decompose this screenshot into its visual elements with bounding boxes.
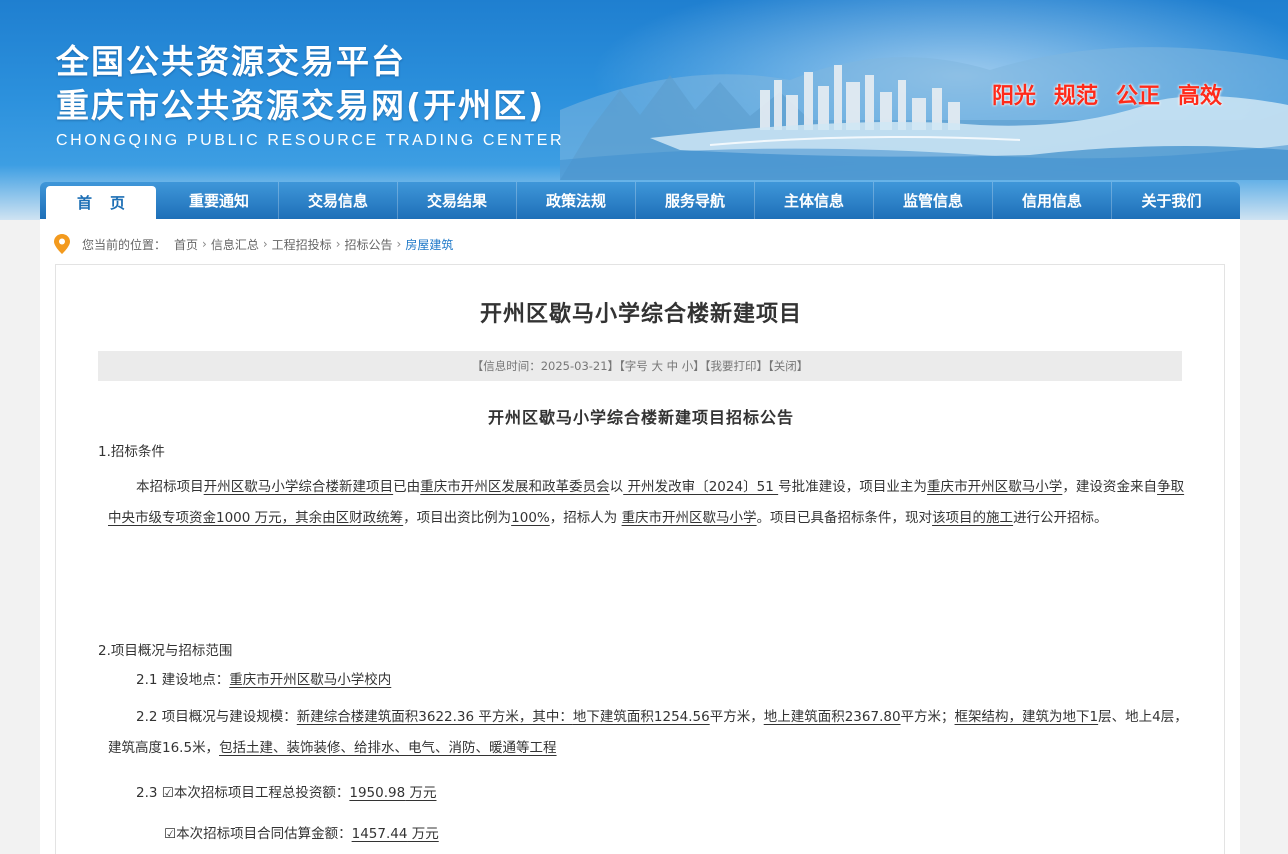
slogan-3: 公正 [1116, 84, 1161, 109]
font-size-medium[interactable]: 中 [667, 359, 679, 373]
nav-home[interactable]: 首页 [46, 186, 156, 219]
article-box: 开州区歇马小学综合楼新建项目 【信息时间：2025-03-21】【字号 大 中 … [55, 264, 1225, 854]
site-title-line1: 全国公共资源交易平台 [56, 42, 406, 81]
site-title-block: 全国公共资源交易平台 重庆市公共资源交易网(开州区) CHONGQING PUB… [56, 40, 564, 150]
breadcrumb-separator: › [202, 237, 207, 251]
section-2-3-contract-line: ☑本次招标项目合同估算金额：1457.44 万元 [164, 826, 439, 842]
font-size-large[interactable]: 大 [651, 359, 663, 373]
breadcrumb-bid-notice[interactable]: 招标公告 [345, 236, 393, 253]
notice-title: 开州区歇马小学综合楼新建项目招标公告 [487, 408, 794, 427]
print-link[interactable]: 【我要打印】 [705, 359, 768, 373]
section-2-1-line: 2.1 建设地点：重庆市开州区歇马小学校内 [136, 672, 392, 688]
site-title-line2: 重庆市公共资源交易网(开州区) [56, 86, 546, 125]
breadcrumb-engineering-bidding[interactable]: 工程招投标 [272, 236, 332, 253]
breadcrumb-current[interactable]: 房屋建筑 [405, 236, 453, 253]
slogans: 阳光 规范 公正 高效 [992, 78, 1222, 110]
breadcrumb-separator: › [396, 237, 402, 251]
section-1-heading: 1.招标条件 [98, 444, 165, 460]
section-2-2-paragraph: 2.2 项目概况与建设规模：新建综合楼建筑面积3622.36 平方米，其中：地下… [108, 709, 1188, 756]
section-1-paragraph: 本招标项目开州区歇马小学综合楼新建项目已由重庆市开州区发展和政革委员会以 开州发… [108, 479, 1185, 526]
section-2-heading: 2.项目概况与招标范围 [98, 643, 233, 659]
main-content: 您当前的位置： 首页 › 信息汇总 › 工程招投标 › 招标公告 › 房屋建筑 … [40, 219, 1240, 854]
nav-entity-info[interactable]: 主体信息 [755, 182, 874, 219]
nav-credit-info[interactable]: 信用信息 [993, 182, 1112, 219]
breadcrumb: 您当前的位置： 首页 › 信息汇总 › 工程招投标 › 招标公告 › 房屋建筑 [54, 234, 453, 254]
nav-policies[interactable]: 政策法规 [517, 182, 636, 219]
slogan-2: 规范 [1054, 84, 1099, 109]
slogan-1: 阳光 [992, 84, 1037, 109]
nav-supervision[interactable]: 监管信息 [874, 182, 993, 219]
site-title-en: CHONGQING PUBLIC RESOURCE TRADING CENTER [56, 132, 565, 149]
close-link[interactable]: 【关闭】 [768, 359, 808, 373]
font-size-small[interactable]: 小 [682, 359, 694, 373]
section-2-3-line: 2.3 ☑本次招标项目工程总投资额：1950.98 万元 [136, 785, 437, 801]
nav-service-guide[interactable]: 服务导航 [636, 182, 755, 219]
nav-important-notice[interactable]: 重要通知 [160, 182, 279, 219]
slogan-4: 高效 [1178, 84, 1223, 109]
breadcrumb-prefix: 您当前的位置： [82, 237, 167, 252]
article-meta-bar: 【信息时间：2025-03-21】【字号 大 中 小】【我要打印】【关闭】 [98, 351, 1182, 381]
breadcrumb-info-summary[interactable]: 信息汇总 [211, 236, 259, 253]
breadcrumb-separator: › [335, 237, 341, 251]
article-title: 开州区歇马小学综合楼新建项目 [479, 302, 802, 327]
location-pin-icon [54, 234, 70, 254]
breadcrumb-home[interactable]: 首页 [174, 236, 198, 253]
nav-about-us[interactable]: 关于我们 [1112, 182, 1231, 219]
font-size-end: 】 [693, 359, 705, 373]
main-nav: 首页 重要通知 交易信息 交易结果 政策法规 服务导航 主体信息 监管信息 信用… [40, 182, 1240, 219]
info-time: 【信息时间：2025-03-21】 [471, 359, 620, 373]
nav-trade-results[interactable]: 交易结果 [398, 182, 517, 219]
breadcrumb-separator: › [262, 237, 268, 251]
nav-trade-info[interactable]: 交易信息 [279, 182, 398, 219]
font-size-label: 【字号 [619, 359, 648, 373]
